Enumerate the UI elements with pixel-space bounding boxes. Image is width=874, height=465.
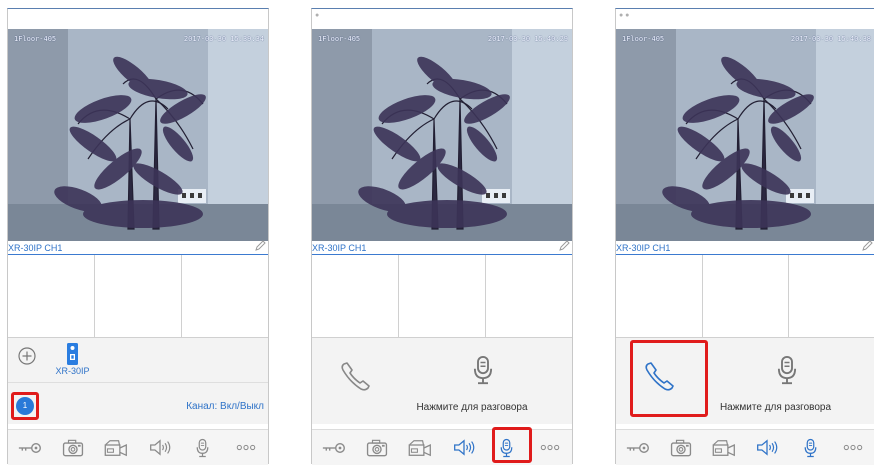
- channel-toggle-link[interactable]: Канал: Вкл/Выкл: [186, 401, 264, 412]
- microphone-button[interactable]: [792, 433, 828, 463]
- microphone-icon[interactable]: [472, 355, 494, 385]
- video-image: [8, 29, 268, 241]
- camera-icon: [62, 439, 84, 457]
- highlight-box: [630, 340, 708, 417]
- video-slot[interactable]: [616, 255, 703, 337]
- edit-icon[interactable]: [558, 240, 570, 252]
- microphone-button[interactable]: [185, 433, 221, 463]
- speaker-button[interactable]: [446, 433, 482, 463]
- more-button[interactable]: [228, 433, 264, 463]
- phone-screen-2: ● 1Floor-405 2017-03-30 15:40:29 XR-30IP…: [311, 8, 573, 465]
- key-icon: [18, 442, 42, 454]
- video-record-icon: [104, 439, 128, 457]
- video-record-icon: [408, 439, 432, 457]
- camera-video-feed[interactable]: 1Floor-405 2017-03-30 15:40:38: [616, 29, 874, 241]
- video-slot[interactable]: [182, 255, 268, 337]
- more-icon: [843, 444, 863, 451]
- speaker-button[interactable]: [749, 433, 785, 463]
- camera-icon: [670, 439, 692, 457]
- speaker-button[interactable]: [142, 433, 178, 463]
- microphone-icon: [804, 438, 817, 458]
- camera-icon: [366, 439, 388, 457]
- video-slot[interactable]: [312, 255, 399, 337]
- camera-video-feed[interactable]: 1Floor-405 2017-03-30 15:39:34: [8, 29, 268, 241]
- device-item[interactable]: XR-30IP: [50, 343, 95, 376]
- video-slot[interactable]: [703, 255, 790, 337]
- edit-icon[interactable]: [254, 240, 266, 252]
- video-image: [312, 29, 572, 241]
- phone-screen-1: 1Floor-405 2017-03-30 15:39:34 XR-30IP C…: [7, 8, 269, 465]
- video-record-icon: [712, 439, 736, 457]
- bottom-toolbar: [8, 429, 268, 465]
- video-slot[interactable]: [8, 255, 95, 337]
- bottom-toolbar: [616, 429, 874, 465]
- key-icon: [626, 442, 650, 454]
- record-button[interactable]: [706, 433, 742, 463]
- call-button-icon[interactable]: [338, 360, 372, 394]
- microphone-icon: [196, 438, 209, 458]
- snapshot-button[interactable]: [663, 433, 699, 463]
- highlight-box: [11, 392, 39, 420]
- divider: [8, 382, 268, 383]
- osd-timestamp: 2017-03-30 15:39:34: [183, 35, 264, 43]
- osd-camera-name: 1Floor-405: [622, 35, 665, 43]
- phone-screen-3: ● ● 1Floor-405 2017-03-30 15:40:38 XR-30…: [615, 8, 874, 465]
- intercom-device-icon: [67, 343, 78, 365]
- snapshot-button[interactable]: [55, 433, 91, 463]
- status-bar: ● ●: [616, 9, 874, 29]
- video-slot[interactable]: [399, 255, 486, 337]
- osd-timestamp: 2017-03-30 15:40:38: [790, 35, 871, 43]
- more-button[interactable]: [532, 433, 568, 463]
- push-to-talk-hint: Нажмите для разговора: [416, 402, 528, 413]
- status-indicator-icon: ● ●: [619, 12, 630, 19]
- unlock-button[interactable]: [12, 433, 48, 463]
- channel-label: XR-30IP CH1: [8, 243, 63, 253]
- video-grid: [8, 255, 268, 338]
- status-indicator-icon: ●: [315, 12, 320, 19]
- speaker-icon: [453, 439, 475, 456]
- unlock-button[interactable]: [316, 433, 352, 463]
- bottom-toolbar: [312, 429, 572, 465]
- add-device-icon[interactable]: [18, 347, 36, 365]
- osd-camera-name: 1Floor-405: [318, 35, 361, 43]
- microphone-icon[interactable]: [776, 355, 798, 385]
- osd-timestamp: 2017-03-30 15:40:29: [487, 35, 568, 43]
- video-slot[interactable]: [95, 255, 182, 337]
- status-bar: [8, 9, 268, 29]
- video-image: [616, 29, 874, 241]
- channel-label: XR-30IP CH1: [616, 243, 671, 253]
- camera-video-feed[interactable]: 1Floor-405 2017-03-30 15:40:29: [312, 29, 572, 241]
- more-icon: [540, 444, 560, 451]
- osd-camera-name: 1Floor-405: [14, 35, 57, 43]
- video-slot[interactable]: [789, 255, 874, 337]
- more-button[interactable]: [835, 433, 871, 463]
- edit-icon[interactable]: [861, 240, 873, 252]
- status-bar: ●: [312, 9, 572, 29]
- snapshot-button[interactable]: [359, 433, 395, 463]
- device-label: XR-30IP: [55, 366, 90, 376]
- channel-label: XR-30IP CH1: [312, 243, 367, 253]
- record-button[interactable]: [98, 433, 134, 463]
- key-icon: [322, 442, 346, 454]
- video-slot[interactable]: [486, 255, 572, 337]
- video-grid: [312, 255, 572, 338]
- speaker-icon: [756, 439, 778, 456]
- record-button[interactable]: [402, 433, 438, 463]
- highlight-box: [492, 427, 532, 463]
- speaker-icon: [149, 439, 171, 456]
- video-grid: [616, 255, 874, 338]
- unlock-button[interactable]: [620, 433, 656, 463]
- more-icon: [236, 444, 256, 451]
